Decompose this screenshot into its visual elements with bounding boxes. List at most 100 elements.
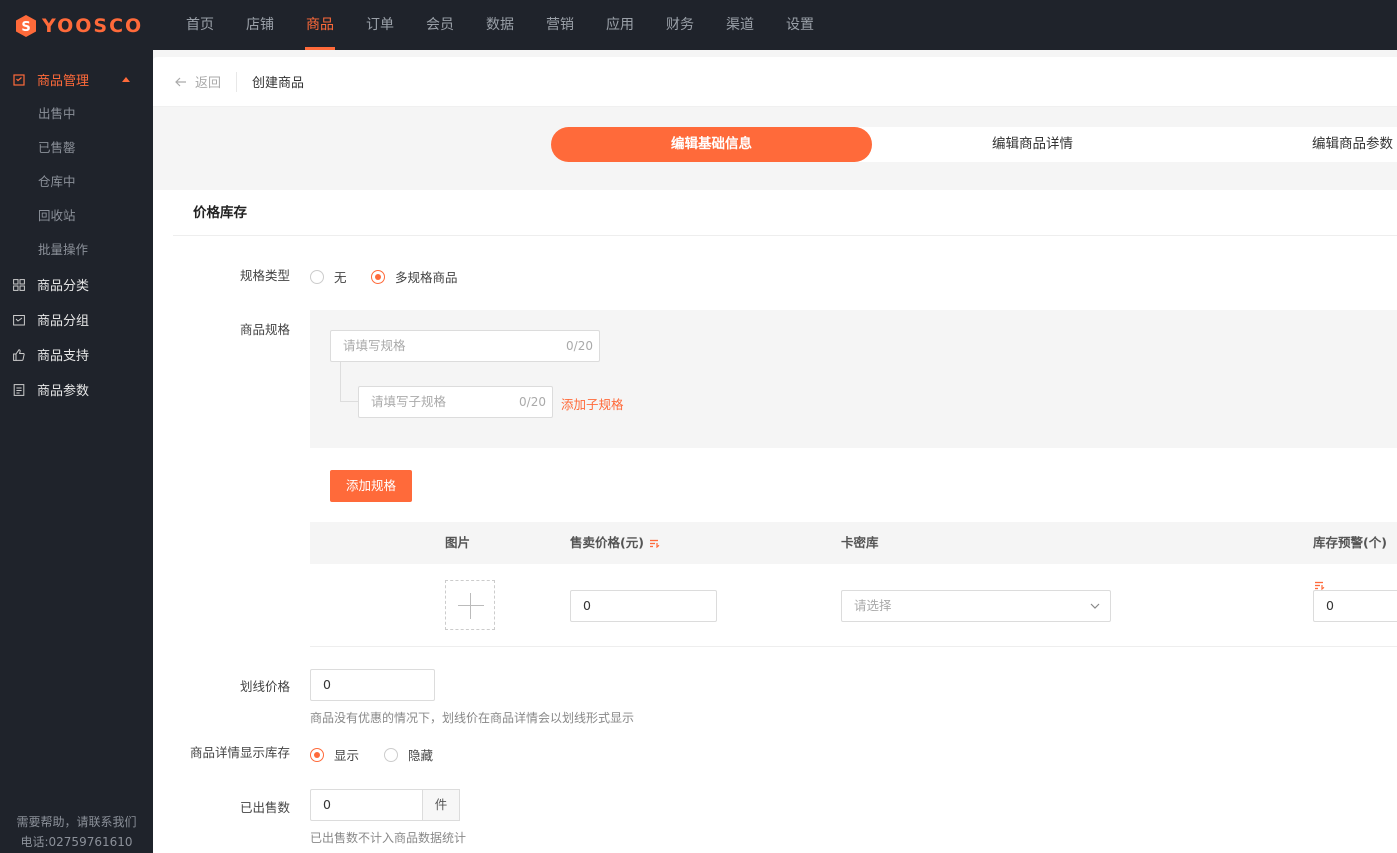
strike-price-hint: 商品没有优惠的情况下，划线价在商品详情会以划线形式显示 [310, 711, 635, 725]
show-stock-hide-radio[interactable]: 隐藏 [384, 745, 433, 764]
back-label: 返回 [195, 76, 222, 91]
caret-up-icon [122, 77, 130, 82]
stock-warn-input[interactable]: 0 [1313, 590, 1397, 622]
price-stock-card: 价格库存 规格类型 无 多规格商品 商品规格 请填写规格 0/20 请填写子规格… [173, 190, 1397, 853]
logo[interactable]: S YOOSCO [14, 14, 143, 38]
top-nav: 首页 店铺 商品 订单 会员 数据 营销 应用 财务 渠道 设置 [170, 0, 830, 50]
chevron-down-icon [1090, 603, 1100, 609]
radio-label: 显示 [334, 748, 360, 763]
nav-data[interactable]: 数据 [470, 0, 530, 50]
col-stock-warn-label: 库存预警(个) [1313, 535, 1387, 550]
nav-home[interactable]: 首页 [170, 0, 230, 50]
sidebar-item-group[interactable]: 商品分组 [0, 302, 153, 337]
show-stock-label: 商品详情显示库存 [189, 745, 290, 760]
sold-count-hint: 已出售数不计入商品数据统计 [310, 831, 467, 845]
spec-name-input[interactable]: 请填写规格 0/20 [330, 330, 600, 362]
tree-connector [340, 362, 358, 402]
spec-placeholder: 请填写规格 [343, 338, 406, 353]
image-upload-button[interactable] [445, 580, 495, 630]
spec-type-multi-radio[interactable]: 多规格商品 [371, 267, 458, 286]
help-phone: 电话:02759761610 [20, 835, 133, 849]
help-contact: 需要帮助，请联系我们 电话:02759761610 [0, 812, 153, 853]
sidebar-group-goods-management[interactable]: 商品管理 [0, 62, 153, 97]
breadcrumb: 返回 创建商品 [153, 57, 1397, 107]
radio-dot [310, 747, 324, 762]
clipboard-icon [13, 73, 25, 86]
sidebar-item-label: 商品分类 [37, 279, 90, 294]
sidebar-item-label: 商品分组 [37, 314, 90, 329]
add-spec-button[interactable]: 添加规格 [330, 470, 412, 502]
sidebar-item-batch[interactable]: 批量操作 [0, 233, 153, 267]
col-card: 卡密库 [841, 535, 879, 550]
logo-icon: S [16, 15, 36, 37]
radio-label: 隐藏 [408, 748, 434, 763]
radio-dot [384, 747, 398, 762]
col-price[interactable]: 售卖价格(元) [570, 522, 660, 564]
page-title: 创建商品 [252, 76, 305, 91]
steps: 编辑基础信息 编辑商品详情 编辑商品参数 [153, 107, 1397, 190]
arrow-left-icon [175, 77, 186, 86]
show-stock-show-radio[interactable]: 显示 [310, 745, 359, 764]
nav-orders[interactable]: 订单 [350, 0, 410, 50]
sold-unit: 件 [423, 789, 460, 821]
sub-spec-char-count: 0/20 [519, 395, 546, 409]
sidebar-item-params[interactable]: 商品参数 [0, 372, 153, 407]
sidebar-item-category[interactable]: 商品分类 [0, 267, 153, 302]
sidebar-item-support[interactable]: 商品支持 [0, 337, 153, 372]
sidebar-group-label: 商品管理 [37, 74, 90, 89]
nav-goods[interactable]: 商品 [290, 0, 350, 50]
main-content: 返回 创建商品 编辑基础信息 编辑商品详情 编辑商品参数 价格库存 规格类型 无… [153, 57, 1397, 853]
spec-label: 商品规格 [239, 322, 290, 337]
sidebar-item-on-sale[interactable]: 出售中 [0, 97, 153, 131]
card-select[interactable]: 请选择 [841, 590, 1111, 622]
step-goods-params[interactable]: 编辑商品参数 [1253, 127, 1397, 162]
strike-price-input[interactable]: 0 [310, 669, 435, 701]
sidebar-item-recycle[interactable]: 回收站 [0, 199, 153, 233]
spec-char-count: 0/20 [566, 339, 593, 353]
sub-spec-input[interactable]: 请填写子规格 0/20 [358, 386, 553, 418]
col-image: 图片 [445, 535, 471, 550]
radio-label: 多规格商品 [395, 270, 458, 285]
brand-name: YOOSCO [42, 15, 144, 37]
strike-price-label: 划线价格 [239, 679, 290, 694]
col-price-label: 售卖价格(元) [570, 535, 644, 550]
nav-members[interactable]: 会员 [410, 0, 470, 50]
nav-channels[interactable]: 渠道 [710, 0, 770, 50]
radio-dot [371, 269, 385, 284]
sku-table-header: 图片 售卖价格(元) 卡密库 库存预警(个) [310, 522, 1397, 590]
radio-dot [310, 269, 324, 284]
top-navbar: S YOOSCO 首页 店铺 商品 订单 会员 数据 营销 应用 财务 渠道 设… [0, 0, 1397, 50]
table-row: 0 请选择 0 [310, 564, 1397, 647]
spec-editor: 请填写规格 0/20 请填写子规格 0/20 添加子规格 [310, 310, 1397, 448]
breadcrumb-divider [236, 71, 238, 92]
nav-marketing[interactable]: 营销 [530, 0, 590, 50]
sidebar-item-sold-out[interactable]: 已售罄 [0, 131, 153, 165]
sidebar-item-label: 商品支持 [37, 349, 90, 364]
help-text: 需要帮助，请联系我们 [16, 815, 137, 829]
thumbs-up-icon [13, 348, 25, 361]
sub-spec-placeholder: 请填写子规格 [371, 394, 447, 409]
folder-icon [13, 314, 25, 325]
price-input[interactable]: 0 [570, 590, 717, 622]
card-select-placeholder: 请选择 [854, 598, 892, 613]
sort-icon [650, 539, 660, 548]
sidebar: 商品管理 出售中 已售罄 仓库中 回收站 批量操作 商品分类 商品分组 商品支持… [0, 50, 153, 853]
section-title: 价格库存 [173, 190, 1397, 236]
nav-finance[interactable]: 财务 [650, 0, 710, 50]
spec-type-none-radio[interactable]: 无 [310, 267, 347, 286]
add-sub-spec-link[interactable]: 添加子规格 [561, 394, 624, 413]
step-goods-detail[interactable]: 编辑商品详情 [872, 127, 1193, 162]
nav-settings[interactable]: 设置 [770, 0, 830, 50]
spec-type-label: 规格类型 [239, 268, 290, 283]
grid-icon [13, 278, 25, 291]
svg-text:S: S [21, 20, 30, 35]
document-icon [13, 383, 25, 396]
nav-store[interactable]: 店铺 [230, 0, 290, 50]
sold-count-input[interactable]: 0 [310, 789, 423, 821]
step-basic-info[interactable]: 编辑基础信息 [551, 127, 872, 162]
sidebar-item-label: 商品参数 [37, 384, 90, 399]
back-button[interactable]: 返回 [175, 72, 221, 91]
radio-label: 无 [334, 270, 347, 285]
nav-apps[interactable]: 应用 [590, 0, 650, 50]
sidebar-item-warehouse[interactable]: 仓库中 [0, 165, 153, 199]
